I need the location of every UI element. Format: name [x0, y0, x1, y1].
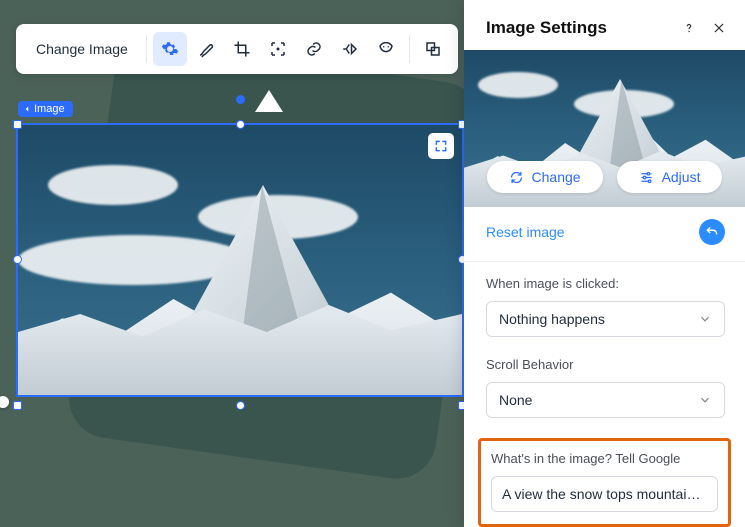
refresh-icon [509, 170, 524, 185]
panel-title: Image Settings [486, 18, 607, 38]
adjust-button[interactable]: Adjust [617, 161, 723, 193]
close-icon [712, 21, 726, 35]
image-toolbar: Change Image [16, 24, 458, 74]
resize-handle-tl[interactable] [13, 120, 22, 129]
scroll-behavior-label: Scroll Behavior [486, 357, 725, 372]
close-button[interactable] [711, 20, 727, 36]
resize-handle-t[interactable] [236, 120, 245, 129]
separator [409, 35, 410, 63]
resize-handle-l[interactable] [13, 255, 22, 264]
image-preview: Change Adjust [464, 50, 745, 207]
overlap-button[interactable] [416, 32, 450, 66]
reset-image-link[interactable]: Reset image [486, 224, 565, 240]
panel-header: Image Settings [464, 0, 745, 50]
focal-button[interactable] [261, 32, 295, 66]
scroll-behavior-select[interactable]: None [486, 382, 725, 418]
sliders-icon [639, 170, 654, 185]
help-button[interactable] [681, 20, 697, 36]
canvas-handle[interactable] [0, 396, 9, 408]
selected-image[interactable] [18, 125, 462, 395]
crop-button[interactable] [225, 32, 259, 66]
resize-handle-bl[interactable] [13, 401, 22, 410]
reset-row: Reset image [464, 207, 745, 262]
separator [146, 35, 147, 63]
alt-text-section: What's in the image? Tell Google A view … [478, 438, 731, 527]
chevron-down-icon [698, 312, 712, 326]
alt-text-input[interactable]: A view the snow tops mountais, ever… [491, 476, 718, 512]
expand-button[interactable] [428, 133, 454, 159]
change-image-button[interactable]: Change Image [24, 33, 140, 65]
animation-button[interactable] [333, 32, 367, 66]
change-button[interactable]: Change [487, 161, 603, 193]
chevron-left-icon [22, 104, 32, 114]
mask-icon [377, 40, 395, 58]
click-behavior-section: When image is clicked: Nothing happens [464, 262, 745, 343]
undo-icon [705, 225, 719, 239]
scroll-behavior-value: None [499, 392, 532, 408]
editor-canvas: Change Image Image [0, 0, 745, 527]
link-button[interactable] [297, 32, 331, 66]
click-behavior-value: Nothing happens [499, 311, 605, 327]
selection-tag[interactable]: Image [18, 101, 73, 117]
crop-icon [233, 40, 251, 58]
expand-icon [434, 139, 448, 153]
settings-button[interactable] [153, 32, 187, 66]
click-behavior-select[interactable]: Nothing happens [486, 301, 725, 337]
link-icon [305, 40, 323, 58]
animation-icon [341, 40, 359, 58]
brush-button[interactable] [189, 32, 223, 66]
overlap-icon [424, 40, 442, 58]
click-behavior-label: When image is clicked: [486, 276, 725, 291]
selection-tag-label: Image [34, 103, 65, 115]
resize-handle-b[interactable] [236, 401, 245, 410]
help-icon [682, 21, 696, 35]
chevron-down-icon [698, 393, 712, 407]
adjust-button-label: Adjust [662, 169, 701, 185]
gear-icon [161, 40, 179, 58]
alt-text-label: What's in the image? Tell Google [491, 451, 718, 466]
rotate-handle[interactable] [236, 95, 245, 104]
image-settings-panel: Image Settings [464, 0, 745, 527]
brush-icon [197, 40, 215, 58]
focal-icon [269, 40, 287, 58]
scroll-behavior-section: Scroll Behavior None [464, 343, 745, 424]
selected-image-wrapper[interactable]: Image [18, 101, 462, 405]
change-button-label: Change [532, 169, 581, 185]
mask-button[interactable] [369, 32, 403, 66]
undo-button[interactable] [699, 219, 725, 245]
